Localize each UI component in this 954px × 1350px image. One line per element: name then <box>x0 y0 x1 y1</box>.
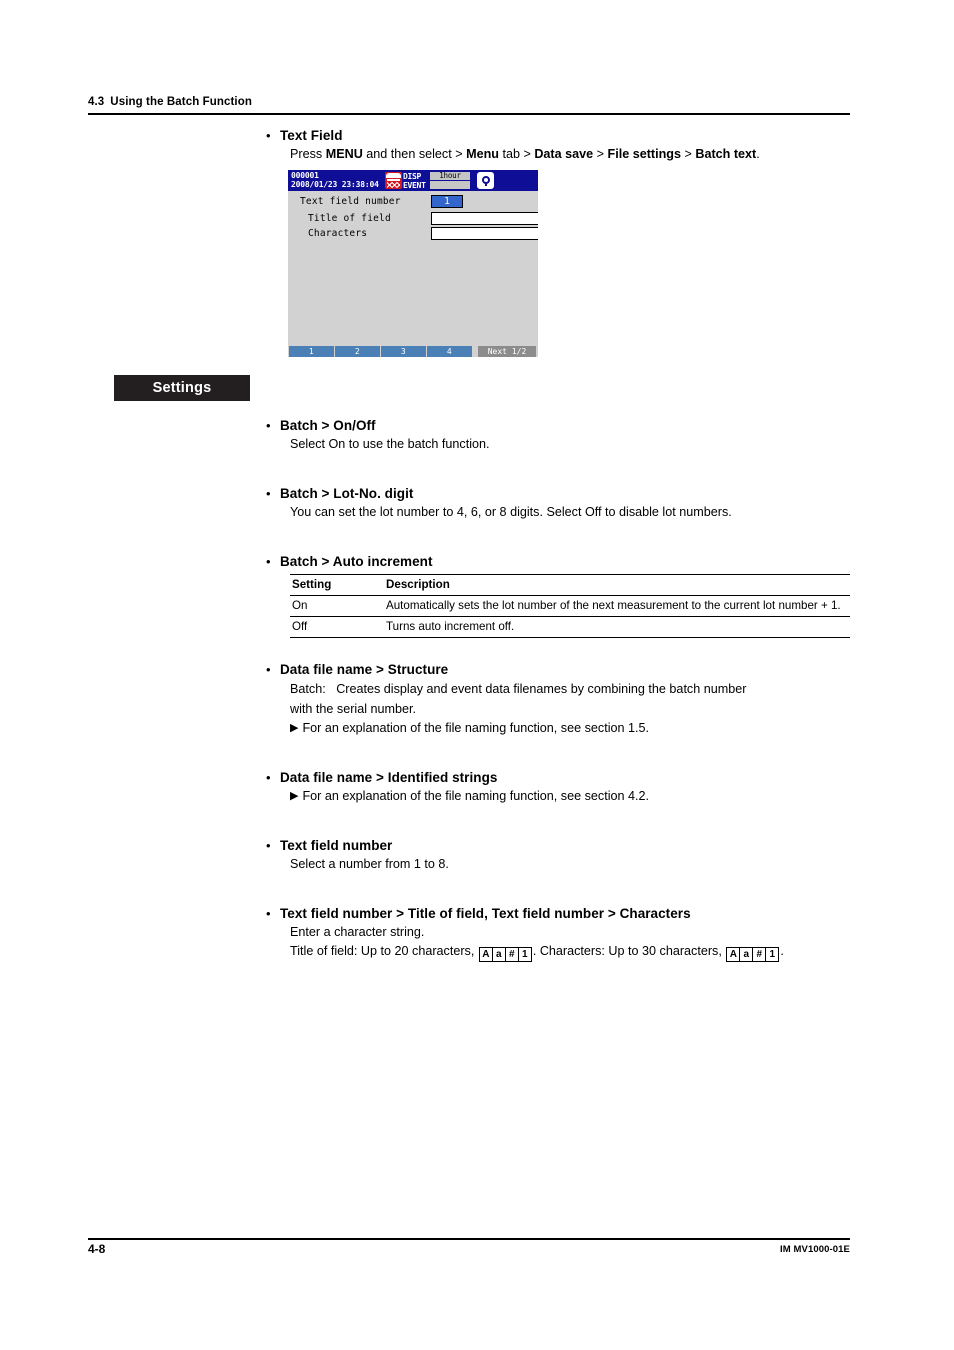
section-data-file-identified-heading: Data file name > Identified strings <box>280 770 498 785</box>
footer-rule <box>88 1238 850 1240</box>
section-batch-onoff-body: Select On to use the batch function. <box>290 437 490 451</box>
section-batch-auto-increment: • Batch > Auto increment Setting Descrip… <box>266 552 850 638</box>
table-cell-description-on: Automatically sets the lot number of the… <box>386 599 841 612</box>
section-text-field-number-heading: Text field number <box>280 838 393 853</box>
charlimit-chars-text: . Characters: Up to 30 characters, <box>532 944 726 958</box>
instr-tab-word: tab > <box>498 147 535 161</box>
table-cell-description-off: Turns auto increment off. <box>386 620 515 633</box>
running-head: 4.3 Using the Batch Function <box>88 96 848 108</box>
section-batch-auto-increment-heading: Batch > Auto increment <box>280 554 433 569</box>
section-data-file-identified-note-text: For an explanation of the file naming fu… <box>302 789 650 803</box>
instr-sep2: > <box>680 147 696 161</box>
section-batch-onoff-heading: Batch > On/Off <box>280 418 376 433</box>
section-batch-auto-increment-heading-row: • Batch > Auto increment <box>266 552 850 571</box>
bullet-dot-icon: • <box>266 418 271 433</box>
main-content: • Text Field Press MENU and then select … <box>266 126 850 962</box>
section-data-file-identified: • Data file name > Identified strings ▶ … <box>266 768 850 806</box>
table-row: Off Turns auto increment off. <box>290 617 850 638</box>
aa-hash-1-icon: Aa #1 <box>726 947 780 962</box>
instr-sep1: > <box>593 147 608 161</box>
section-data-file-structure-line2: with the serial number. <box>290 702 416 716</box>
section-data-file-structure-heading: Data file name > Structure <box>280 662 449 677</box>
table-row: On Automatically sets the lot number of … <box>290 596 850 617</box>
section-text-field-number-body: Select a number from 1 to 8. <box>290 857 449 871</box>
charlimit-title-text: Title of field: Up to 20 characters, <box>290 944 478 958</box>
section-data-file-structure-note: ▶ For an explanation of the file naming … <box>290 719 850 738</box>
settings-banner: Settings <box>114 375 250 401</box>
section-batch-lotno-body: You can set the lot number to 4, 6, or 8… <box>290 505 732 519</box>
key-glyph-A: A <box>727 948 741 961</box>
section-data-file-structure-heading-row: • Data file name > Structure <box>266 660 850 679</box>
aa-hash-1-icon: Aa #1 <box>478 947 532 962</box>
section-text-field-heading: Text Field <box>280 128 343 143</box>
section-text-field-title-chars-body1: Enter a character string. <box>290 925 425 939</box>
instr-path-data-save: Data save <box>534 147 594 161</box>
key-glyph-hash: # <box>506 948 519 961</box>
key-glyph-a: a <box>740 948 754 961</box>
instr-period: . <box>756 147 760 161</box>
bullet-dot-icon: • <box>266 128 271 143</box>
instr-path-menu: Menu <box>466 147 499 161</box>
key-glyph-a: a <box>493 948 506 961</box>
section-data-file-structure-note-text: For an explanation of the file naming fu… <box>302 721 650 735</box>
key-glyph-1: 1 <box>522 949 528 960</box>
bullet-dot-icon: • <box>266 554 271 569</box>
table-header-setting: Setting <box>292 578 332 591</box>
running-head-section-number: 4.3 <box>88 96 105 108</box>
key-glyph-hash: # <box>753 948 767 961</box>
instr-menu-key: MENU <box>325 147 363 161</box>
charlimit-period: . <box>780 944 784 958</box>
instr-path-file-settings: File settings <box>607 147 681 161</box>
section-text-field-heading-row: • Text Field <box>266 126 850 145</box>
table-cell-setting-on: On <box>292 599 308 612</box>
section-batch-onoff-heading-row: • Batch > On/Off <box>266 416 850 435</box>
section-data-file-structure-line1: Batch: Creates display and event data fi… <box>290 682 747 696</box>
auto-increment-table: Setting Description On Automatically set… <box>290 574 850 638</box>
section-text-field: • Text Field Press MENU and then select … <box>266 126 850 164</box>
key-glyph-1: 1 <box>769 949 776 960</box>
section-data-file-identified-heading-row: • Data file name > Identified strings <box>266 768 850 787</box>
bullet-dot-icon: • <box>266 662 271 677</box>
section-data-file-structure: • Data file name > Structure Batch: Crea… <box>266 660 850 738</box>
section-text-field-title-chars-heading-row: • Text field number > Title of field, Te… <box>266 904 850 923</box>
instr-path-batch-text: Batch text <box>695 147 757 161</box>
section-text-field-instruction: Press MENU and then select > Menu tab > … <box>290 145 850 164</box>
section-batch-lotno-heading: Batch > Lot-No. digit <box>280 486 414 501</box>
footer-page-number: 4-8 <box>88 1242 106 1256</box>
table-header-description: Description <box>386 578 450 591</box>
bullet-dot-icon: • <box>266 906 271 921</box>
header-rule <box>88 113 850 115</box>
table-header-row: Setting Description <box>290 574 850 596</box>
section-text-field-title-chars-heading: Text field number > Title of field, Text… <box>280 906 691 921</box>
section-data-file-identified-note: ▶ For an explanation of the file naming … <box>290 787 850 806</box>
instr-prefix: Press <box>290 147 326 161</box>
bullet-dot-icon: • <box>266 838 271 853</box>
section-batch-lotno: • Batch > Lot-No. digit You can set the … <box>266 484 850 522</box>
instr-mid: and then select > <box>362 147 467 161</box>
running-head-title: Using the Batch Function <box>110 96 252 108</box>
section-batch-onoff: • Batch > On/Off Select On to use the ba… <box>266 416 850 454</box>
bullet-dot-icon: • <box>266 486 271 501</box>
key-glyph-A: A <box>480 948 493 961</box>
triangle-right-icon: ▶ <box>290 722 299 734</box>
footer-document-id: IM MV1000-01E <box>780 1244 850 1255</box>
section-text-field-number: • Text field number Select a number from… <box>266 836 850 874</box>
section-text-field-title-chars-body2: Title of field: Up to 20 characters, Aa #… <box>290 942 850 962</box>
section-text-field-number-heading-row: • Text field number <box>266 836 850 855</box>
bullet-dot-icon: • <box>266 770 271 785</box>
section-text-field-title-chars: • Text field number > Title of field, Te… <box>266 904 850 962</box>
section-batch-lotno-heading-row: • Batch > Lot-No. digit <box>266 484 850 503</box>
triangle-right-icon: ▶ <box>290 790 299 802</box>
table-cell-setting-off: Off <box>292 620 308 633</box>
